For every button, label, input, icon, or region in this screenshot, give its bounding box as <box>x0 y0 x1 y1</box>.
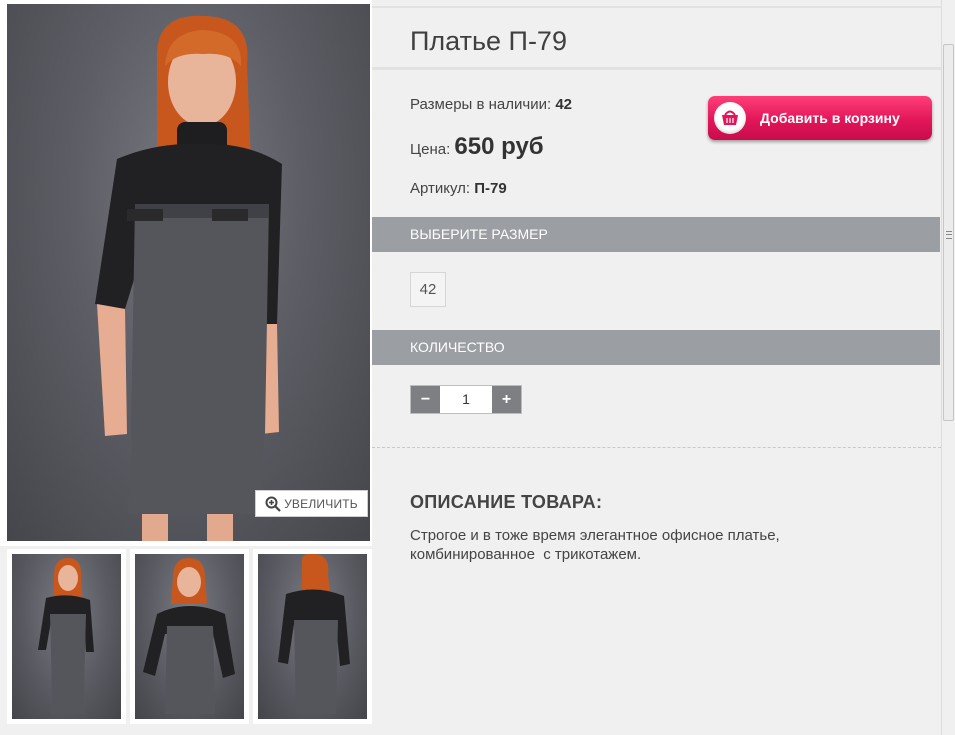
article-label: Артикул: <box>410 180 471 197</box>
thumbnail-pose[interactable] <box>130 549 249 724</box>
thumbnail-front[interactable] <box>7 549 126 724</box>
scrollbar-thumb[interactable] <box>943 44 954 421</box>
article-value: П-79 <box>474 180 507 197</box>
sizes-value: 42 <box>555 96 572 113</box>
price-row: Цена: 650 руб <box>410 133 544 161</box>
add-to-cart-button[interactable]: Добавить в корзину <box>708 96 932 140</box>
sizes-label: Размеры в наличии: <box>410 96 552 113</box>
quantity-plus-button[interactable]: + <box>492 386 521 413</box>
thumbnail-strip <box>7 549 372 724</box>
quantity-minus-button[interactable]: − <box>411 386 440 413</box>
sizes-available-row: Размеры в наличии: 42 <box>410 96 572 113</box>
size-section-header: ВЫБЕРИТЕ РАЗМЕР <box>372 217 940 252</box>
price-value: 650 руб <box>454 133 544 160</box>
zoom-button[interactable]: УВЕЛИЧИТЬ <box>255 490 368 517</box>
quantity-section-header: КОЛИЧЕСТВО <box>372 330 940 365</box>
zoom-in-icon <box>265 496 281 512</box>
description-heading: ОПИСАНИЕ ТОВАРА: <box>410 492 603 512</box>
price-label: Цена: <box>410 141 451 158</box>
section-divider <box>372 447 941 448</box>
main-product-photo[interactable]: УВЕЛИЧИТЬ <box>7 4 370 541</box>
zoom-button-label: УВЕЛИЧИТЬ <box>284 496 358 511</box>
scrollbar[interactable] <box>941 0 955 735</box>
add-to-cart-label: Добавить в корзину <box>760 110 900 126</box>
description-text: Строгое и в тоже время элегантное офисно… <box>410 527 780 563</box>
quantity-input[interactable]: 1 <box>440 386 492 413</box>
thumbnail-image <box>278 554 350 714</box>
product-info-panel: Платье П-79 Размеры в наличии: 42 Цена: … <box>372 0 941 735</box>
product-gallery: УВЕЛИЧИТЬ <box>0 0 372 546</box>
article-row: Артикул: П-79 <box>410 180 507 197</box>
grip-icon <box>946 231 952 239</box>
dress-model-illustration <box>95 15 282 541</box>
quantity-stepper: − 1 + <box>410 385 522 414</box>
basket-icon <box>714 102 746 134</box>
title-band: Платье П-79 <box>372 6 941 70</box>
thumbnail-image <box>143 558 235 714</box>
product-title: Платье П-79 <box>410 26 567 56</box>
thumbnail-back[interactable] <box>253 549 372 724</box>
thumbnail-image <box>38 558 94 714</box>
size-option-42[interactable]: 42 <box>410 272 446 307</box>
